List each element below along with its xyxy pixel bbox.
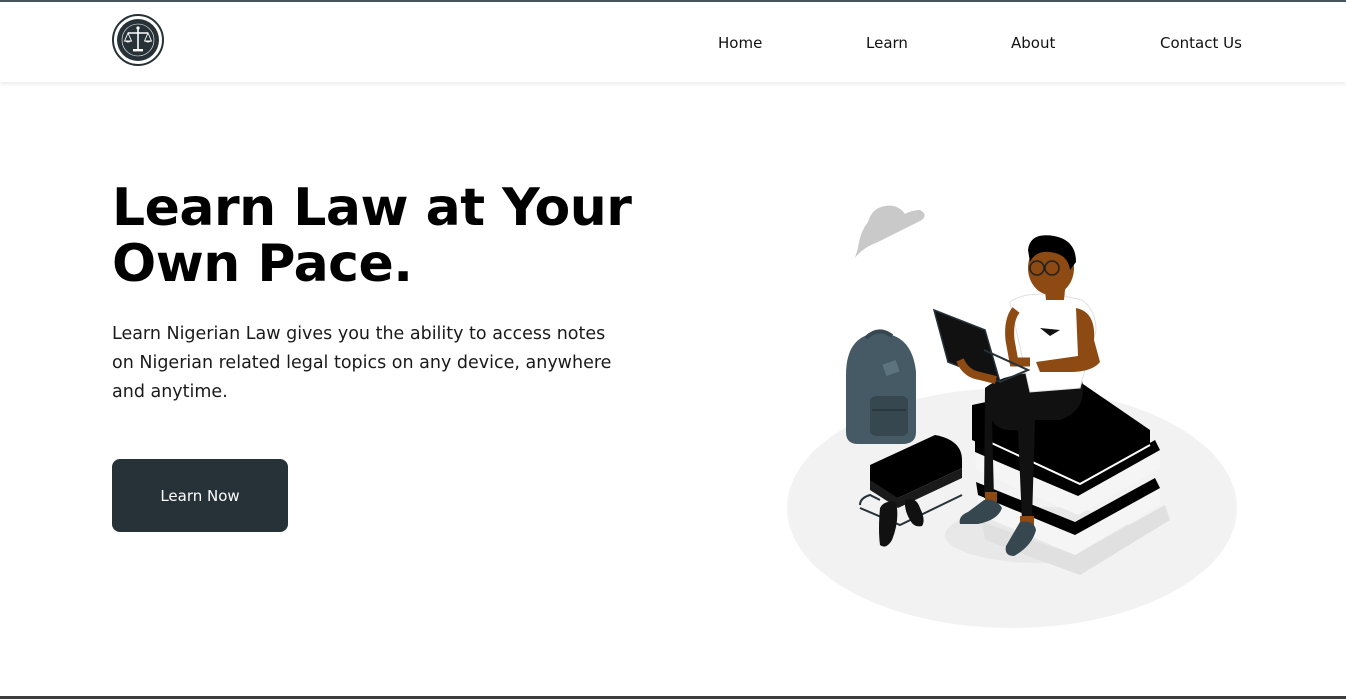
nav-learn[interactable]: Learn: [866, 34, 908, 52]
law-scales-logo-icon: [112, 14, 164, 66]
hero-title-line-1: Learn Law at Your: [112, 178, 632, 238]
student-laptop-illustration-icon: [787, 205, 1237, 628]
learn-now-button[interactable]: Learn Now: [112, 459, 288, 532]
nav-about[interactable]: About: [1011, 34, 1055, 52]
hero-description: Learn Nigerian Law gives you the ability…: [112, 324, 612, 402]
nav-home[interactable]: Home: [718, 34, 762, 52]
nav-contact-us[interactable]: Contact Us: [1160, 34, 1242, 52]
site-header: Home Learn About Contact Us: [0, 2, 1346, 82]
hero-title-line-2: Own Pace.: [112, 234, 413, 294]
hero-title: Learn Law at Your Own Pace.: [112, 180, 672, 292]
